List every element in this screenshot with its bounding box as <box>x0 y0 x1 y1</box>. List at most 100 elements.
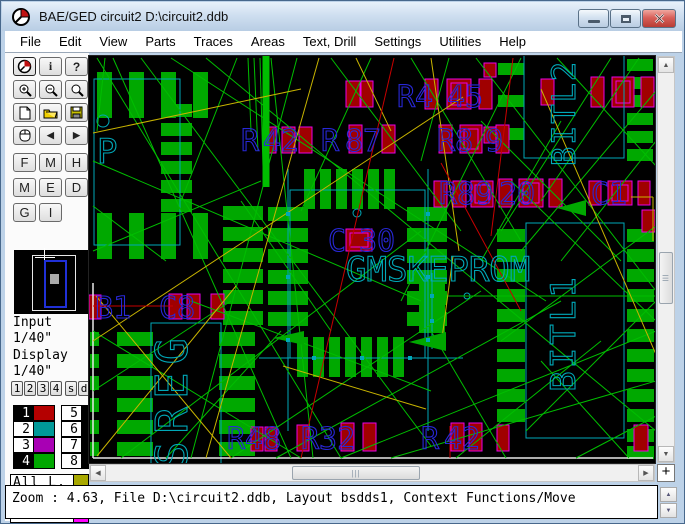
refdes-label: R4 <box>397 80 433 115</box>
scale-button-2[interactable]: 2 <box>24 381 36 396</box>
pcb-canvas[interactable]: R445R42R87R89R8920C1C30B1C8R48R32R42GMSK… <box>89 56 655 463</box>
layer-6-number[interactable]: 6 <box>61 421 82 437</box>
info-icon: i <box>49 59 52 74</box>
layer-3-number[interactable]: 3 <box>13 437 34 453</box>
help-button[interactable]: ? <box>65 57 88 76</box>
menu-file[interactable]: File <box>11 32 50 51</box>
info-button[interactable]: i <box>39 57 62 76</box>
layer-3-swatch[interactable] <box>34 437 55 453</box>
mode-button-i[interactable]: I <box>39 203 62 222</box>
layer-2-number[interactable]: 2 <box>13 421 34 437</box>
refdes-label: 42 <box>263 124 299 159</box>
component-name-label: SREG <box>147 330 198 463</box>
mode-button-g[interactable]: G <box>13 203 36 222</box>
layer-7-number[interactable]: 7 <box>61 437 82 453</box>
component-name-label: BITL2 <box>545 60 583 166</box>
highlighted-pad <box>549 179 562 207</box>
smd-pad <box>223 227 263 241</box>
layer-5-number[interactable]: 5 <box>61 405 82 421</box>
layer-color-palette: 1 2 3 4 <box>13 405 55 469</box>
scale-button-4[interactable]: 4 <box>50 381 62 396</box>
smd-pad <box>90 420 99 434</box>
scroll-down-button[interactable]: ▼ <box>658 446 674 462</box>
layer-2-swatch[interactable] <box>34 421 55 437</box>
zoom-in-icon <box>18 83 32 97</box>
smd-pad <box>219 332 255 346</box>
mode-button-d[interactable]: D <box>65 178 88 197</box>
arrow-right-icon-sb: ▶ <box>643 469 648 477</box>
menu-edit[interactable]: Edit <box>50 32 90 51</box>
menu-traces[interactable]: Traces <box>185 32 242 51</box>
highlighted-pad <box>497 425 509 451</box>
zoom-in-button[interactable] <box>13 80 36 99</box>
mode-button-e[interactable]: E <box>39 178 62 197</box>
mode-button-f[interactable]: F <box>13 153 36 172</box>
refdes-label: C1 <box>591 177 627 212</box>
vertical-scrollbar[interactable]: ▲ ▼ ☰ <box>657 56 675 463</box>
close-button[interactable] <box>642 9 676 28</box>
scale-button-s[interactable]: s <box>65 381 77 396</box>
menu-settings[interactable]: Settings <box>365 32 430 51</box>
refdes-label: R <box>241 124 260 159</box>
minimize-button[interactable] <box>578 9 609 28</box>
open-file-icon <box>43 107 58 119</box>
maximize-button[interactable] <box>610 9 641 28</box>
layer-4-swatch[interactable] <box>34 453 55 469</box>
open-file-button[interactable] <box>39 103 62 122</box>
arrow-right-icon: ▶ <box>73 130 80 141</box>
display-grid-label: Display <box>13 348 68 363</box>
scroll-right-button[interactable]: ▶ <box>638 465 654 481</box>
status-scroll-down[interactable]: ▼ <box>660 503 677 518</box>
board-overview-minimap[interactable] <box>14 250 90 314</box>
bae-logo-button[interactable] <box>13 57 36 76</box>
layer-1-number[interactable]: 1 <box>13 405 34 421</box>
step-back-button[interactable]: ◀ <box>39 126 62 145</box>
arrow-up-icon: ▲ <box>663 62 670 69</box>
status-bar: Zoom : 4.63, File D:\circuit2.ddb, Layou… <box>5 485 658 519</box>
pin-marker <box>360 356 364 360</box>
minimap-viewport-rect[interactable] <box>44 260 67 308</box>
zoom-window-icon <box>70 83 84 97</box>
mini-arrow-up-icon: ▲ <box>666 492 672 498</box>
layer-4-number[interactable]: 4 <box>13 453 34 469</box>
mouse-button[interactable] <box>13 126 36 145</box>
menu-view[interactable]: View <box>90 32 136 51</box>
zoom-plus-button[interactable]: + <box>657 464 675 482</box>
step-forward-button[interactable]: ▶ <box>65 126 88 145</box>
highlighted-pad <box>638 181 650 205</box>
mode-button-m1[interactable]: M <box>39 153 62 172</box>
scale-button-1[interactable]: 1 <box>11 381 23 396</box>
new-file-button[interactable] <box>13 103 36 122</box>
menu-help[interactable]: Help <box>490 32 535 51</box>
input-grid-value: 1/40" <box>13 331 52 346</box>
layer-8-number[interactable]: 8 <box>61 453 82 469</box>
smd-pad <box>497 329 525 342</box>
pin-marker <box>430 294 434 298</box>
scroll-left-button[interactable]: ◀ <box>90 465 106 481</box>
scale-button-3[interactable]: 3 <box>37 381 49 396</box>
refdes-label: R89 <box>439 177 493 212</box>
scroll-up-button[interactable]: ▲ <box>658 57 674 73</box>
menu-areas[interactable]: Areas <box>242 32 294 51</box>
vertical-scroll-thumb[interactable]: ☰ <box>659 252 673 304</box>
menu-text-drill[interactable]: Text, Drill <box>294 32 365 51</box>
smd-pad <box>90 442 99 456</box>
layer-1-swatch[interactable] <box>34 405 55 421</box>
menu-parts[interactable]: Parts <box>136 32 184 51</box>
window-title: BAE/GED circuit2 D:\circuit2.ddb <box>39 9 228 24</box>
zoom-out-button[interactable] <box>39 80 62 99</box>
component-name-label: GMSKEPROM <box>346 250 530 290</box>
mode-button-h[interactable]: H <box>65 153 88 172</box>
save-file-button[interactable] <box>65 103 88 122</box>
menu-utilities[interactable]: Utilities <box>430 32 490 51</box>
app-icon <box>11 7 31 27</box>
refdes-label: 42 <box>444 422 480 457</box>
zoom-window-button[interactable] <box>65 80 88 99</box>
horizontal-scroll-thumb[interactable]: ||| <box>292 466 420 480</box>
title-bar[interactable]: BAE/GED circuit2 D:\circuit2.ddb <box>2 2 685 31</box>
status-scroll-up[interactable]: ▲ <box>660 487 677 502</box>
horizontal-scrollbar[interactable]: ◀ ▶ ||| <box>89 464 655 482</box>
mode-button-m2[interactable]: M <box>13 178 36 197</box>
new-file-icon <box>19 106 31 120</box>
refdes-label: C <box>328 224 346 259</box>
